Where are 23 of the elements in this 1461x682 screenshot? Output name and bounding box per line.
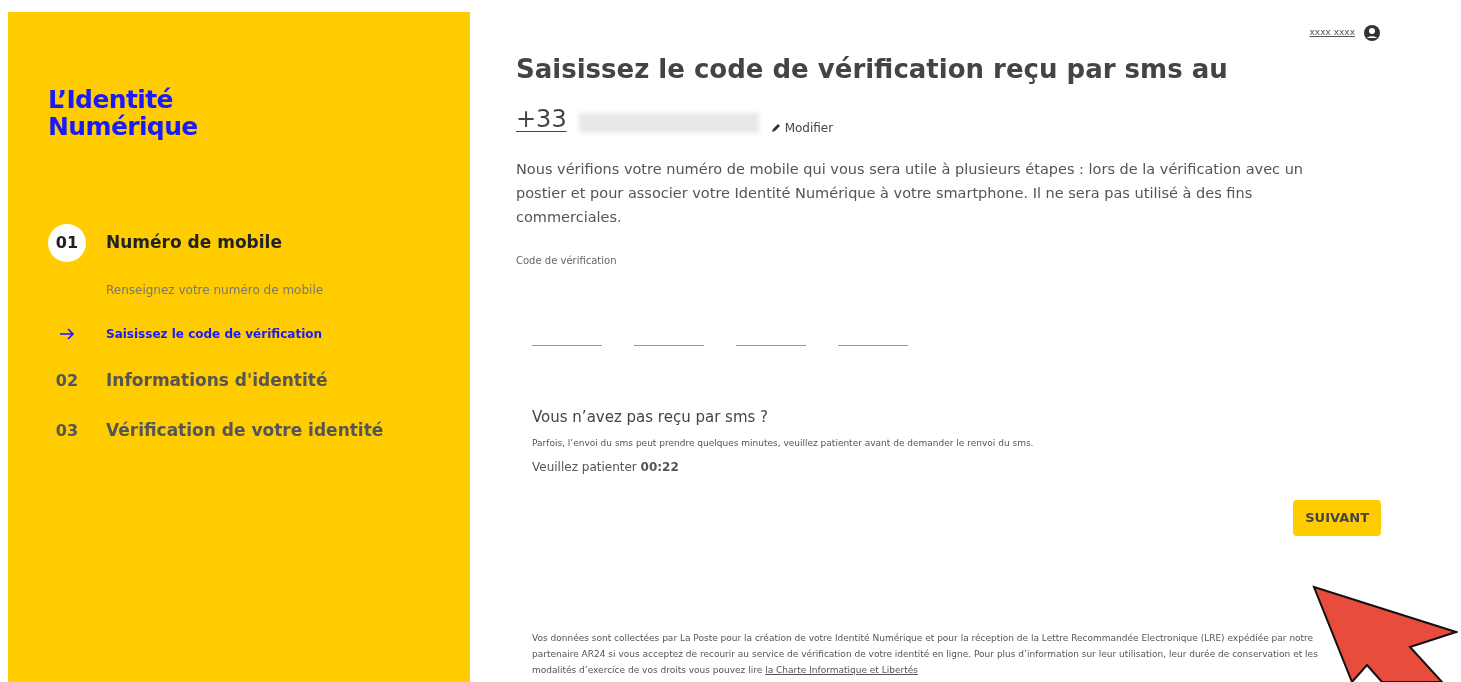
- step-title: Vérification de votre identité: [106, 419, 384, 443]
- edit-link[interactable]: Modifier: [770, 119, 834, 137]
- step-number: 02: [54, 370, 80, 392]
- resend-title: Vous n’avez pas reçu par sms ?: [532, 407, 770, 428]
- wait-timer: Veuillez patienter 00:22: [532, 459, 680, 476]
- arrow-icon: [59, 327, 75, 341]
- legal-notice: Vos données sont collectées par La Poste pour la création de votre Identité Numérique et pour la réception de la Lettre Recommandée Electronique (LRE) expédiée par notre partenaire AR24 si vous acceptez de recourir au service de vérification de votre identité en ligne. Pour plus d’information sur leur utilisation, leur durée de conservation et les modalités d’exercice de vos droits vous pouvez lire la Charte Informatique et Libertés: [532, 632, 1319, 677]
- substep-link[interactable]: Saisissez le code de vérification: [106, 325, 323, 343]
- next-button[interactable]: SUIVANT: [1293, 500, 1381, 536]
- code-label: Code de vérification: [516, 254, 618, 268]
- logo: L’Identité Numérique: [48, 86, 199, 140]
- step-title: Numéro de mobile: [106, 231, 282, 255]
- resend-info: Parfois, l’envoi du sms peut prendre quelques minutes, veuillez patienter avant de demander le renvoi du sms.: [532, 436, 1035, 450]
- description: Nous vérifions votre numéro de mobile qui vous sera utile à plusieurs étapes : lors de la vérification avec un postier et pour associer votre Identité Numérique à votre smartphone. Il ne sera pas utilisé à des fins commerciales.: [516, 160, 1305, 227]
- step-number: 03: [54, 420, 80, 442]
- pencil-icon: [770, 123, 781, 133]
- page-title: Saisissez le code de vérification reçu par sms au: [516, 53, 1229, 86]
- phone-number: +33: [516, 104, 567, 135]
- privacy-link[interactable]: la Charte Informatique et Libertés: [765, 665, 918, 675]
- user-icon[interactable]: [1363, 24, 1381, 42]
- user-name[interactable]: xxxx xxxx: [1309, 26, 1355, 40]
- step-title: Informations d'identité: [106, 369, 328, 393]
- step-number: 01: [48, 224, 86, 262]
